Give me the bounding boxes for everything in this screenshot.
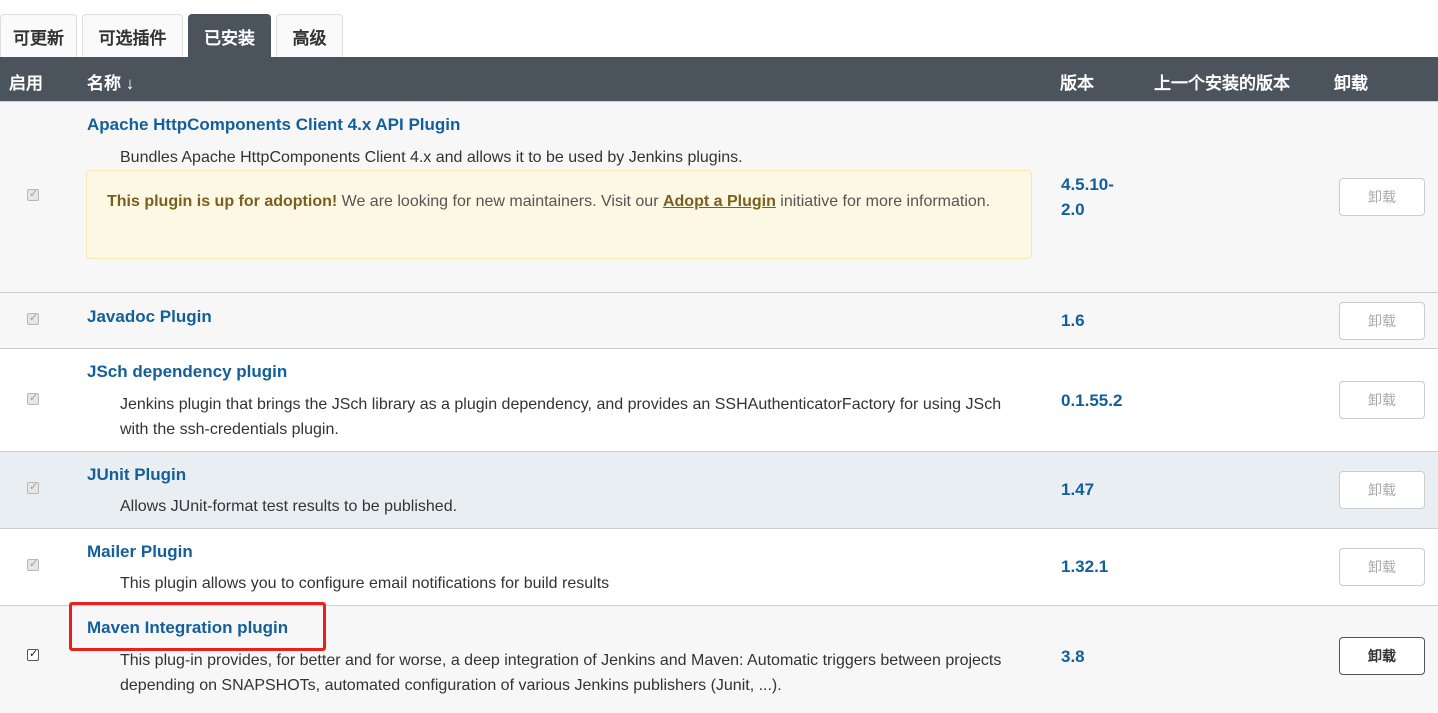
adoption-notice-text-end: initiative for more information.: [775, 193, 991, 210]
table-row: Mailer Plugin This plugin allows you to …: [0, 528, 1438, 605]
plugin-version-line: 4.5.10-: [1061, 175, 1114, 194]
tab-installed[interactable]: 已安装: [188, 14, 271, 58]
uninstall-button[interactable]: 卸载: [1339, 381, 1425, 419]
plugin-description: This plugin allows you to configure emai…: [120, 575, 610, 592]
table-row: Apache HttpComponents Client 4.x API Plu…: [0, 101, 1438, 292]
enabled-checkbox[interactable]: [27, 187, 39, 201]
tab-advanced[interactable]: 高级: [276, 14, 343, 58]
plugin-name-link[interactable]: JUnit Plugin: [87, 465, 186, 485]
table-header: 启用 名称 ↓ 版本 上一个安装的版本 卸载: [0, 57, 1438, 101]
plugin-version-line: 2.0: [1061, 200, 1085, 219]
uninstall-button[interactable]: 卸载: [1339, 548, 1425, 586]
plugin-version[interactable]: 4.5.10- 2.0: [1061, 172, 1114, 222]
enabled-checkbox[interactable]: [27, 311, 39, 325]
adoption-notice-text: We are looking for new maintainers. Visi…: [337, 193, 663, 210]
plugin-version[interactable]: 0.1.55.2: [1061, 388, 1122, 413]
column-previous-version[interactable]: 上一个安装的版本: [1154, 69, 1290, 94]
column-uninstall: 卸载: [1334, 74, 1368, 93]
table-row: JSch dependency plugin Jenkins plugin th…: [0, 348, 1438, 451]
table-row: Javadoc Plugin 1.6 卸载: [0, 292, 1438, 348]
plugin-name-link[interactable]: Javadoc Plugin: [87, 307, 212, 327]
adoption-notice: This plugin is up for adoption! We are l…: [86, 170, 1032, 259]
plugin-name-link[interactable]: Apache HttpComponents Client 4.x API Plu…: [87, 115, 460, 135]
uninstall-button[interactable]: 卸载: [1339, 637, 1425, 675]
highlight-box: [69, 602, 326, 651]
column-name[interactable]: 名称 ↓: [87, 69, 134, 94]
plugin-description: Jenkins plugin that brings the JSch libr…: [120, 396, 1002, 438]
enabled-checkbox[interactable]: [27, 647, 39, 661]
enabled-checkbox[interactable]: [27, 557, 39, 571]
column-version[interactable]: 版本: [1060, 69, 1094, 94]
plugin-name-link[interactable]: Mailer Plugin: [87, 542, 193, 562]
plugin-version[interactable]: 1.6: [1061, 308, 1085, 333]
uninstall-button[interactable]: 卸载: [1339, 302, 1425, 340]
plugin-name-link[interactable]: JSch dependency plugin: [87, 362, 287, 382]
plugin-manager-tabs: 可更新 可选插件 已安装 高级: [0, 0, 1438, 58]
plugin-version[interactable]: 3.8: [1061, 644, 1085, 669]
plugin-description: Bundles Apache HttpComponents Client 4.x…: [120, 149, 743, 166]
column-enabled[interactable]: 启用: [9, 69, 43, 94]
enabled-checkbox[interactable]: [27, 391, 39, 405]
plugin-description: Allows JUnit-format test results to be p…: [120, 498, 458, 515]
uninstall-button[interactable]: 卸载: [1339, 178, 1425, 216]
plugin-version[interactable]: 1.32.1: [1061, 554, 1108, 579]
tab-updates[interactable]: 可更新: [0, 14, 77, 58]
table-row: JUnit Plugin Allows JUnit-format test re…: [0, 451, 1438, 528]
plugin-version[interactable]: 1.47: [1061, 477, 1094, 502]
tab-available[interactable]: 可选插件: [82, 14, 183, 58]
enabled-checkbox[interactable]: [27, 480, 39, 494]
uninstall-button[interactable]: 卸载: [1339, 471, 1425, 509]
adopt-a-plugin-link[interactable]: Adopt a Plugin: [663, 193, 776, 210]
plugin-description: This plug-in provides, for better and fo…: [120, 652, 1002, 694]
adoption-notice-title: This plugin is up for adoption!: [107, 193, 338, 210]
